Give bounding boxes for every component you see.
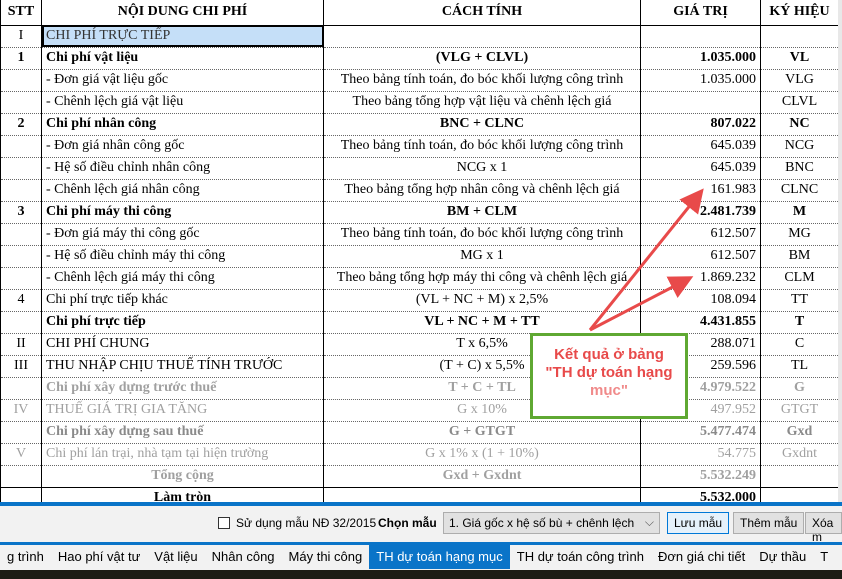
sheet-tabs: g trình Hao phí vật tư Vật liệu Nhân công Má… <box>0 542 842 570</box>
save-template-button[interactable]: Lưu mẫu <box>667 512 730 534</box>
sheet-tab[interactable]: T <box>813 545 835 569</box>
template-toolbar: Sử dụng mẫu NĐ 32/2015 Chọn mẫu 1. Giá g… <box>0 506 842 544</box>
callout-line: "TH dự toán hạng <box>545 364 673 381</box>
template-select[interactable]: 1. Giá gốc x hệ số bù + chênh lệch ⌵ <box>443 512 660 534</box>
callout-line: Kết quả ở bảng <box>554 346 664 363</box>
status-strip <box>0 570 842 579</box>
arrow-to-clnc <box>588 188 704 331</box>
chon-mau-label: Chọn mẫu <box>378 516 437 530</box>
sheet-tab[interactable]: Hao phí vật tư <box>51 545 147 569</box>
sheet-tab[interactable]: TH dự toán công trình <box>510 545 651 569</box>
sheet-tab[interactable]: Đơn giá chi tiết <box>651 545 752 569</box>
arrow-to-clm <box>589 276 694 332</box>
sheet-tab[interactable]: Dự thầu <box>752 545 813 569</box>
delete-template-button[interactable]: Xóa m <box>805 512 842 544</box>
chevron-down-icon: ⌵ <box>644 515 654 529</box>
spreadsheet[interactable]: STT NỘI DUNG CHI PHÍ CÁCH TÍNH GIÁ TRỊ K… <box>0 0 842 502</box>
use-nd32-checkbox[interactable] <box>218 517 230 529</box>
add-template-button[interactable]: Thêm mẫu <box>733 512 805 534</box>
callout-arrows <box>588 188 704 332</box>
sheet-tab[interactable]: Nhân công <box>205 545 282 569</box>
sheet-tab[interactable]: g trình <box>0 545 51 569</box>
sheet-tab[interactable]: TH dự toán hạng mục <box>369 545 510 569</box>
use-nd32-label: Sử dụng mẫu NĐ 32/2015 <box>236 516 377 530</box>
callout-line: mục" <box>590 382 628 399</box>
template-select-value: 1. Giá gốc x hệ số bù + chênh lệch <box>449 516 635 530</box>
sheet-tab[interactable]: Máy thi công <box>282 545 370 569</box>
sheet-tab[interactable]: Vật liệu <box>147 545 204 569</box>
callout-note: Kết quả ở bảng "TH dự toán hạng mục" <box>530 333 688 419</box>
